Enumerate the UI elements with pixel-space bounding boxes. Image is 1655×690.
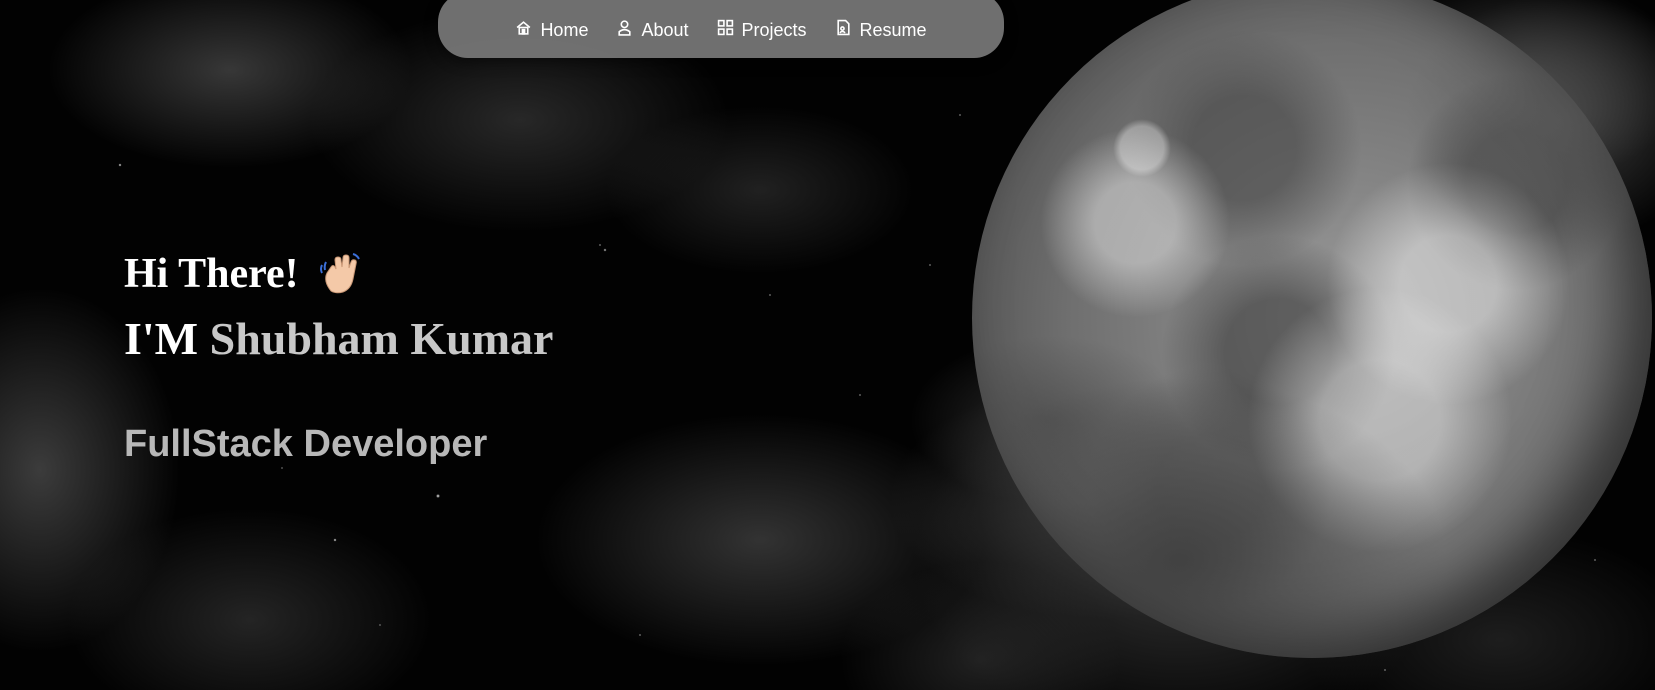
user-icon	[616, 19, 633, 41]
nav-item-home-label: Home	[540, 19, 589, 40]
hero-page: Home About Projects Resume Hi There! I'M…	[0, 0, 1655, 690]
greeting-heading: Hi There!	[124, 250, 363, 298]
nav-item-home[interactable]: Home	[515, 19, 588, 41]
nav-item-resume[interactable]: Resume	[835, 19, 927, 41]
waving-hand-icon	[317, 251, 363, 297]
grid-icon	[717, 19, 734, 41]
intro-prefix: I'M	[124, 313, 199, 364]
intro-heading: I'M Shubham Kumar	[124, 312, 553, 365]
document-icon	[835, 19, 852, 41]
nav-item-about-label: About	[641, 19, 689, 40]
nav-item-projects-label: Projects	[741, 19, 807, 40]
nav-item-resume-label: Resume	[859, 19, 927, 40]
home-icon	[515, 19, 532, 41]
nav-item-about[interactable]: About	[616, 19, 689, 41]
greeting-text: Hi There!	[124, 251, 299, 297]
top-navbar: Home About Projects Resume	[438, 0, 1004, 58]
developer-name: Shubham Kumar	[209, 313, 554, 364]
role-title: FullStack Developer	[124, 423, 488, 465]
nav-item-projects[interactable]: Projects	[717, 19, 807, 41]
